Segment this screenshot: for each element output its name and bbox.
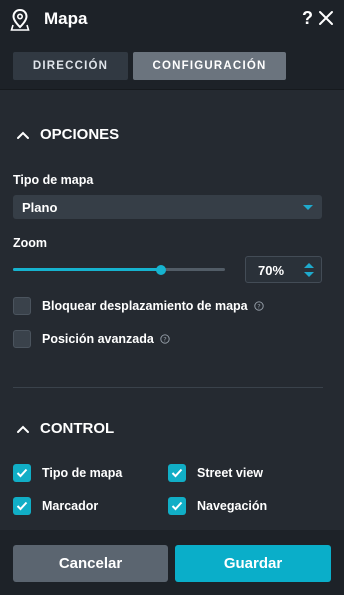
stepper-down-icon[interactable]: [304, 272, 314, 277]
chevron-up-icon: [17, 425, 29, 433]
checkbox-label: Posición avanzada: [42, 332, 154, 346]
tab-direccion[interactable]: DIRECCIÓN: [13, 52, 128, 80]
tab-bar: DIRECCIÓN CONFIGURACIÓN: [0, 40, 344, 90]
section-opciones-toggle[interactable]: OPCIONES: [13, 126, 119, 143]
checkbox-box[interactable]: [13, 497, 31, 515]
checkbox-box[interactable]: [168, 464, 186, 482]
section-title: OPCIONES: [40, 126, 120, 143]
section-divider: [13, 387, 323, 388]
tab-configuracion[interactable]: CONFIGURACIÓN: [133, 52, 286, 80]
checkbox-box[interactable]: [13, 464, 31, 482]
map-type-label: Tipo de mapa: [13, 173, 94, 187]
close-icon[interactable]: [318, 10, 334, 26]
caret-down-icon: [303, 205, 313, 210]
zoom-label: Zoom: [13, 236, 48, 250]
checkbox-label: Tipo de mapa: [42, 466, 123, 480]
zoom-slider-thumb[interactable]: [156, 264, 167, 275]
checkbox-label: Navegación: [197, 499, 268, 513]
checkbox-label: Marcador: [42, 499, 99, 513]
zoom-slider[interactable]: [13, 264, 225, 275]
section-control-toggle[interactable]: CONTROL: [13, 420, 114, 437]
map-type-value: Plano: [22, 200, 58, 215]
zoom-stepper[interactable]: 70%: [245, 256, 322, 283]
cancel-button[interactable]: Cancelar: [13, 545, 168, 582]
chevron-up-icon: [17, 131, 29, 139]
map-pin-icon: [10, 8, 30, 31]
checkbox-control-marker[interactable]: Marcador: [13, 497, 98, 515]
dialog-footer: Cancelar Guardar: [0, 530, 344, 595]
checkbox-advanced-position[interactable]: Posición avanzada ?: [13, 330, 170, 348]
svg-text:?: ?: [257, 302, 260, 310]
help-circle-icon[interactable]: ?: [253, 301, 264, 311]
checkbox-control-map-type[interactable]: Tipo de mapa: [13, 464, 122, 482]
map-type-select[interactable]: Plano: [13, 195, 322, 219]
help-circle-icon[interactable]: ?: [160, 334, 170, 344]
checkbox-box[interactable]: [168, 497, 186, 515]
checkbox-box[interactable]: [13, 297, 31, 315]
checkmark-icon: [16, 501, 28, 511]
stepper-up-icon[interactable]: [304, 263, 314, 268]
section-title: CONTROL: [40, 420, 115, 437]
checkbox-lock-pan[interactable]: Bloquear desplazamiento de mapa ?: [13, 297, 264, 315]
dialog-title: Mapa: [44, 9, 88, 28]
dialog-header: Mapa ?: [0, 0, 344, 40]
zoom-value: 70%: [258, 263, 285, 278]
checkbox-label: Street view: [197, 466, 264, 480]
checkbox-label: Bloquear desplazamiento de mapa: [42, 299, 248, 313]
checkbox-box[interactable]: [13, 330, 31, 348]
checkbox-control-street-view[interactable]: Street view: [168, 464, 263, 482]
help-button[interactable]: ?: [302, 8, 313, 29]
checkmark-icon: [16, 468, 28, 478]
checkmark-icon: [171, 501, 183, 511]
checkmark-icon: [171, 468, 183, 478]
save-button[interactable]: Guardar: [175, 545, 331, 582]
svg-text:?: ?: [163, 335, 166, 343]
checkbox-control-navigation[interactable]: Navegación: [168, 497, 267, 515]
zoom-slider-fill: [13, 268, 162, 271]
